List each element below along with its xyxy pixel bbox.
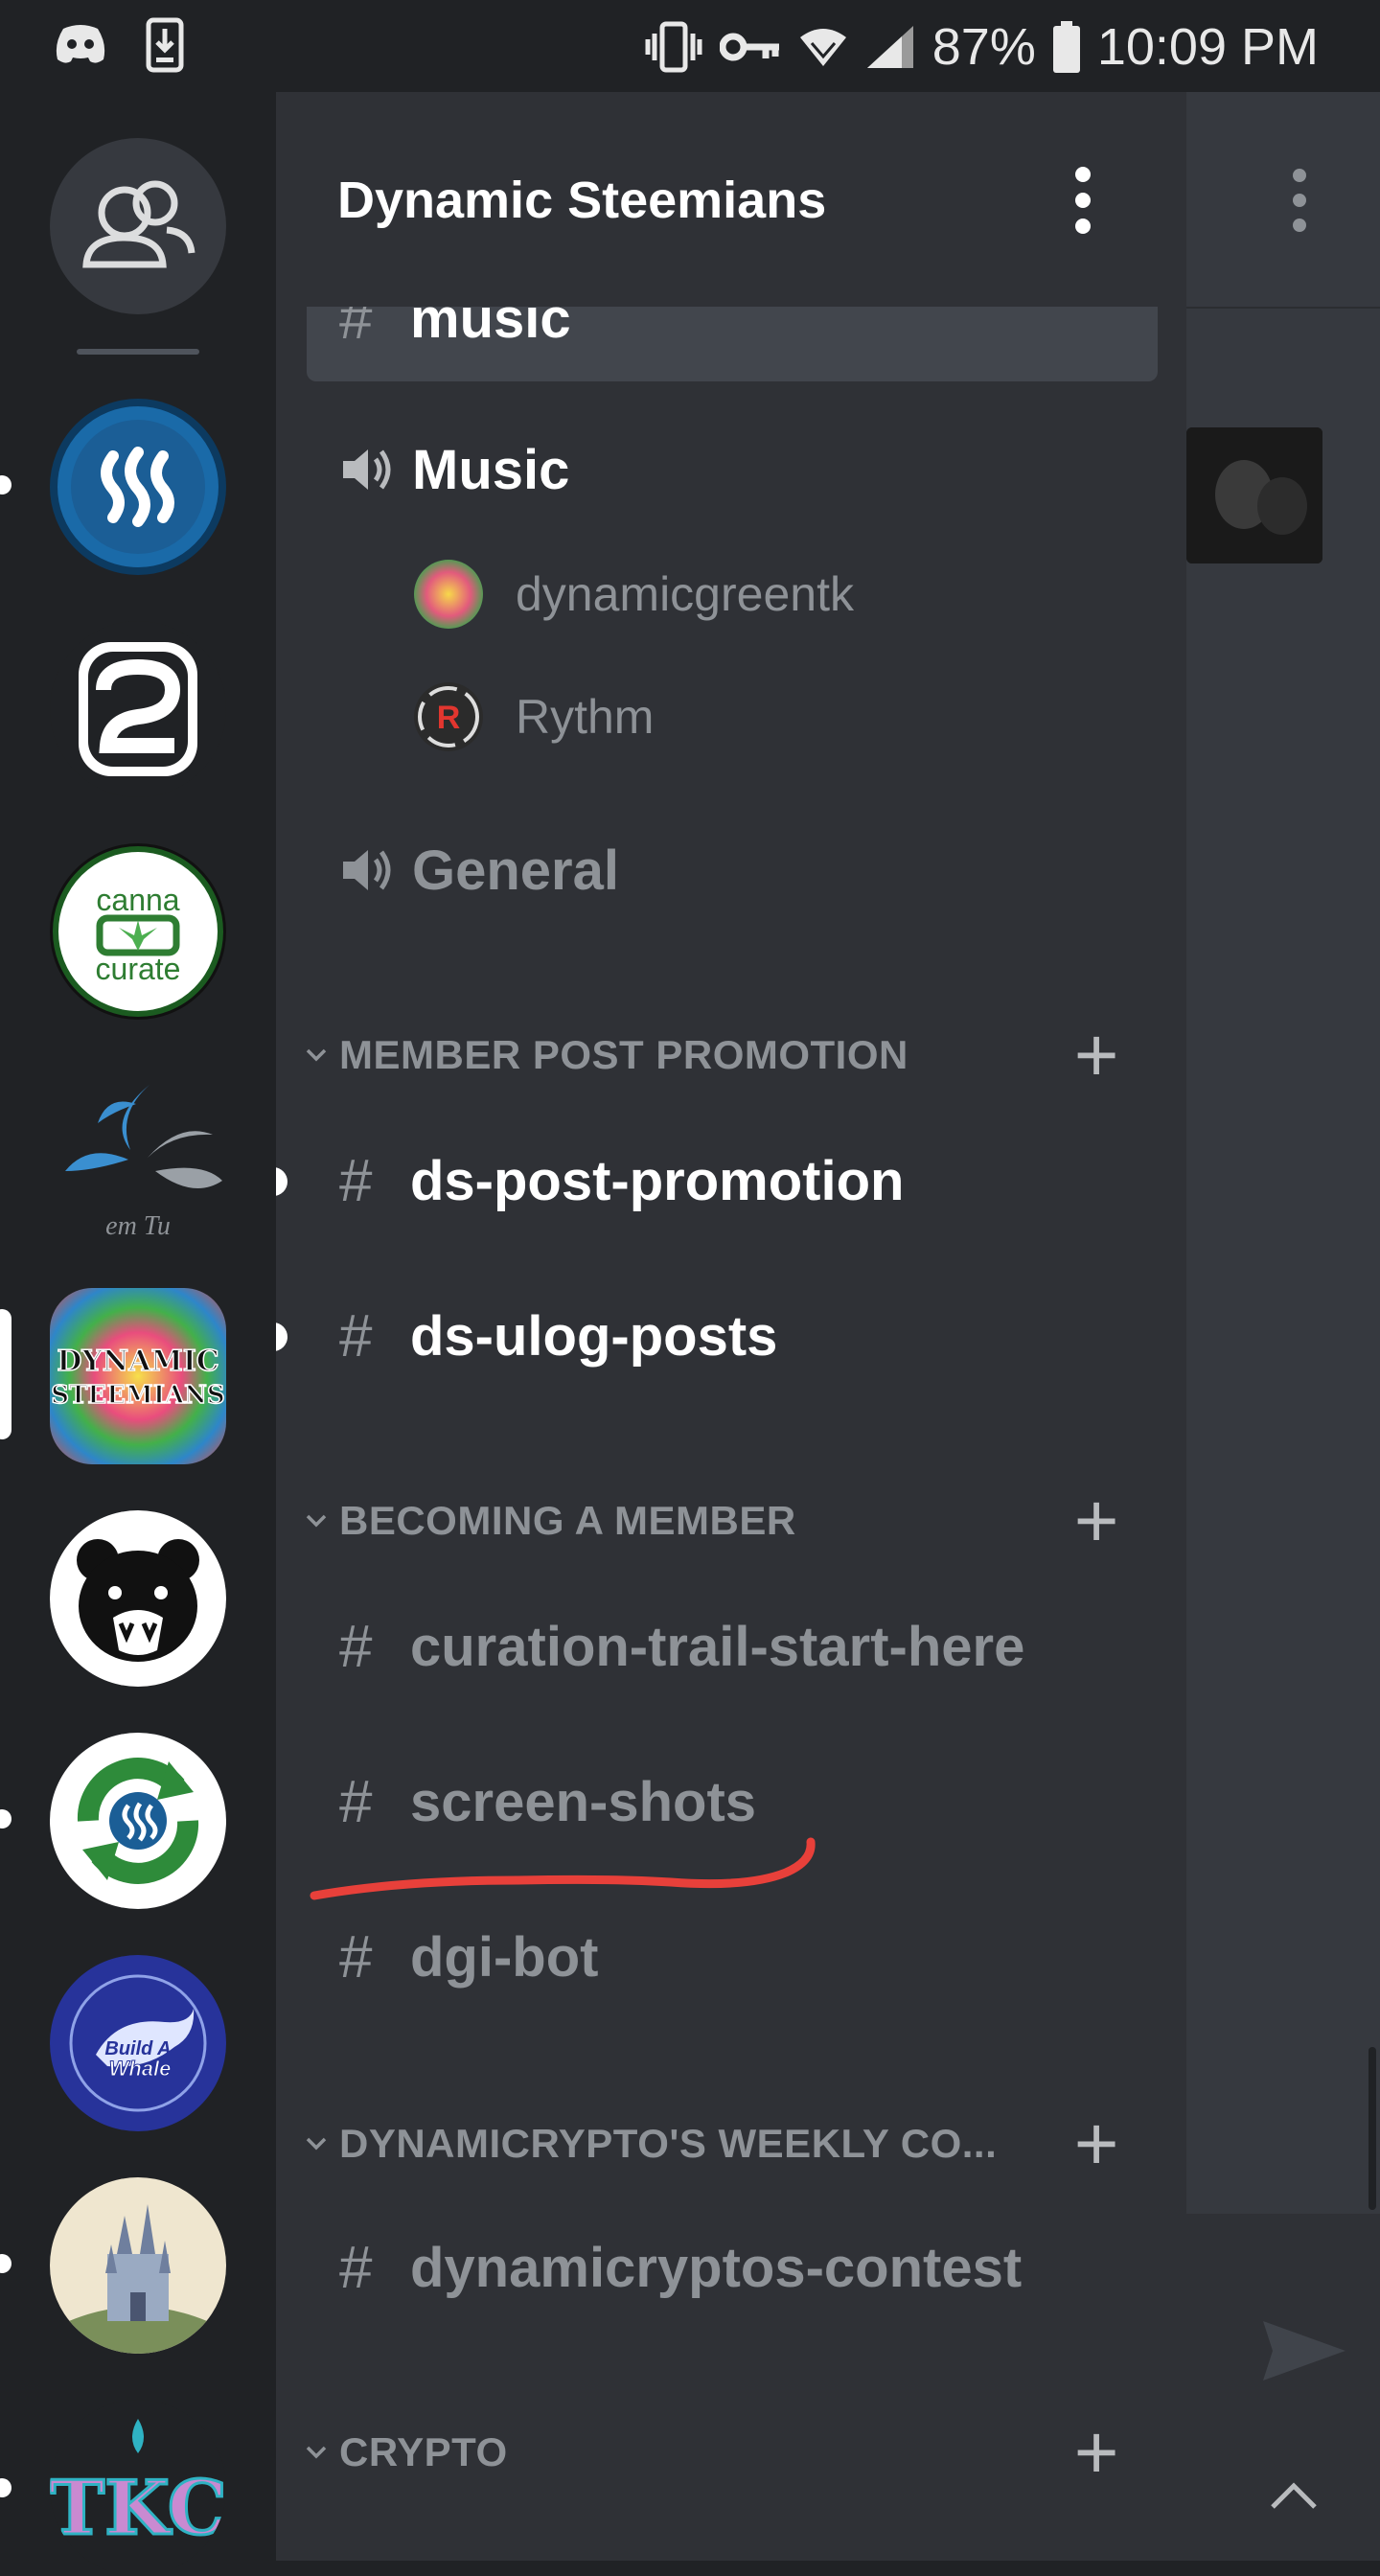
server-header[interactable]: Dynamic Steemians: [276, 92, 1186, 307]
number-2-guild-icon[interactable]: [50, 621, 226, 797]
hash-icon: #: [339, 1768, 373, 1835]
unread-indicator: [276, 1322, 288, 1351]
wifi-icon: [798, 26, 848, 68]
svg-text:STEEMIANS: STEEMIANS: [51, 1381, 224, 1410]
hash-icon: #: [339, 1147, 373, 1214]
chevron-up-icon[interactable]: [1269, 2482, 1319, 2516]
battery-percent: 87%: [932, 18, 1036, 76]
svg-text:TKC: TKC: [50, 2465, 226, 2552]
rail-separator: [77, 349, 199, 355]
svg-text:em Tu: em Tu: [105, 1211, 171, 1241]
avatar: [414, 560, 483, 629]
unread-indicator: [0, 2478, 12, 2497]
signal-icon: [865, 24, 915, 70]
channel-label: dynamicryptos-contest: [410, 2236, 1023, 2299]
download-icon: [146, 17, 184, 78]
voice-user-rythm[interactable]: R Rythm: [414, 678, 654, 755]
add-channel-icon[interactable]: +: [1074, 2414, 1119, 2491]
server-name: Dynamic Steemians: [337, 172, 827, 229]
vibrate-icon: [645, 20, 702, 74]
friends-icon: [82, 180, 196, 268]
category-becoming-a-member[interactable]: BECOMING A MEMBER +: [293, 1483, 1156, 1559]
unread-indicator: [0, 1809, 12, 1828]
avatar: R: [414, 682, 483, 751]
category-label: MEMBER POST PROMOTION: [339, 1032, 908, 1077]
dynamic-steemians-guild-icon[interactable]: DYNAMIC STEEMIANS: [50, 1288, 226, 1464]
hash-icon: #: [339, 2234, 373, 2301]
channel-label: dgi-bot: [410, 1925, 599, 1989]
channel-ds-post-promotion[interactable]: # ds-post-promotion: [339, 1142, 904, 1219]
add-channel-icon[interactable]: +: [1074, 1017, 1119, 1093]
build-a-whale-guild-icon[interactable]: Build A Whale: [50, 1955, 226, 2131]
hash-icon: #: [339, 1613, 373, 1680]
voice-channel-music[interactable]: Music: [339, 431, 569, 508]
chat-panel-peek: [1186, 92, 1380, 2561]
status-icons: 87% 10:09 PM: [645, 13, 1319, 80]
svg-text:curate: curate: [96, 952, 181, 986]
castle-guild-icon[interactable]: [50, 2177, 226, 2354]
category-dynamicryptos-weekly-contest[interactable]: DYNAMICRYPTO'S WEEKLY CO... +: [293, 2105, 1156, 2182]
chevron-down-icon: [293, 2137, 339, 2150]
category-label: DYNAMICRYPTO'S WEEKLY CO...: [339, 2121, 998, 2166]
category-label: CRYPTO: [339, 2429, 508, 2474]
discord-icon: [54, 23, 107, 72]
channel-label: ds-post-promotion: [410, 1149, 905, 1212]
server-menu-icon[interactable]: [1073, 167, 1092, 234]
category-member-post-promotion[interactable]: MEMBER POST PROMOTION +: [293, 1017, 1156, 1093]
chat-menu-icon[interactable]: [1290, 169, 1309, 243]
clock: 10:09 PM: [1096, 18, 1319, 76]
chevron-down-icon: [293, 2446, 339, 2459]
channel-label: curation-trail-start-here: [410, 1615, 1025, 1678]
chat-header: [1186, 92, 1380, 309]
unread-indicator: [0, 2254, 12, 2273]
category-label: BECOMING A MEMBER: [339, 1498, 796, 1543]
channel-curation-trail-start-here[interactable]: # curation-trail-start-here: [339, 1608, 1024, 1685]
channel-drawer: # music Dynamic Steemians Music dynamicg…: [276, 92, 1186, 2561]
channel-dynamicryptos-contest[interactable]: # dynamicryptos-contest: [339, 2229, 1022, 2306]
chevron-down-icon: [293, 1514, 339, 1528]
svg-text:canna: canna: [96, 883, 179, 917]
speaker-icon: [339, 841, 412, 899]
channel-ds-ulog-posts[interactable]: # ds-ulog-posts: [339, 1298, 777, 1374]
svg-text:R: R: [437, 700, 461, 736]
voice-channel-label: Music: [412, 438, 570, 501]
guild-rail: canna curate em Tu DYNAMIC STEEMIANS Bui…: [0, 92, 276, 2576]
channel-label: ds-ulog-posts: [410, 1304, 778, 1368]
category-crypto[interactable]: CRYPTO +: [293, 2414, 1156, 2491]
hash-icon: #: [339, 1923, 373, 1990]
bear-guild-icon[interactable]: [50, 1510, 226, 1687]
channel-dgi-bot[interactable]: # dgi-bot: [339, 1919, 598, 1995]
battery-icon: [1052, 21, 1080, 73]
voice-channel-general[interactable]: General: [339, 832, 619, 908]
chat-input-area: [1186, 2214, 1380, 2561]
send-icon[interactable]: [1261, 2317, 1347, 2389]
voice-user-name: dynamicgreentk: [516, 567, 854, 621]
steem-guild-icon[interactable]: [50, 399, 226, 575]
voice-user-name: Rythm: [516, 690, 655, 744]
channel-label: screen-shots: [410, 1770, 757, 1833]
svg-text:Whale: Whale: [109, 2057, 172, 2081]
voice-user-dynamicgreentk[interactable]: dynamicgreentk: [414, 556, 854, 632]
unread-indicator: [0, 475, 12, 494]
steem-recycle-guild-icon[interactable]: [50, 1733, 226, 1909]
selected-guild-indicator: [0, 1309, 12, 1439]
add-channel-icon[interactable]: +: [1074, 1483, 1119, 1559]
status-bar: 87% 10:09 PM: [0, 0, 1380, 92]
message-image-thumbnail[interactable]: [1186, 427, 1322, 564]
canna-curate-guild-icon[interactable]: canna curate: [50, 843, 226, 1020]
unread-indicator: [276, 1167, 288, 1196]
voice-channel-label: General: [412, 839, 619, 902]
home-friends-button[interactable]: [50, 138, 226, 314]
chevron-down-icon: [293, 1048, 339, 1062]
hash-icon: #: [339, 1302, 373, 1369]
speaker-icon: [339, 441, 412, 498]
channel-screen-shots[interactable]: # screen-shots: [339, 1763, 756, 1840]
vpn-key-icon: [719, 28, 781, 66]
scrollbar[interactable]: [1368, 2047, 1376, 2210]
svg-text:DYNAMIC: DYNAMIC: [57, 1345, 218, 1378]
add-channel-icon[interactable]: +: [1074, 2105, 1119, 2182]
tkc-guild-icon[interactable]: TKC: [50, 2400, 226, 2576]
steem-tube-guild-icon[interactable]: em Tu: [50, 1066, 226, 1242]
